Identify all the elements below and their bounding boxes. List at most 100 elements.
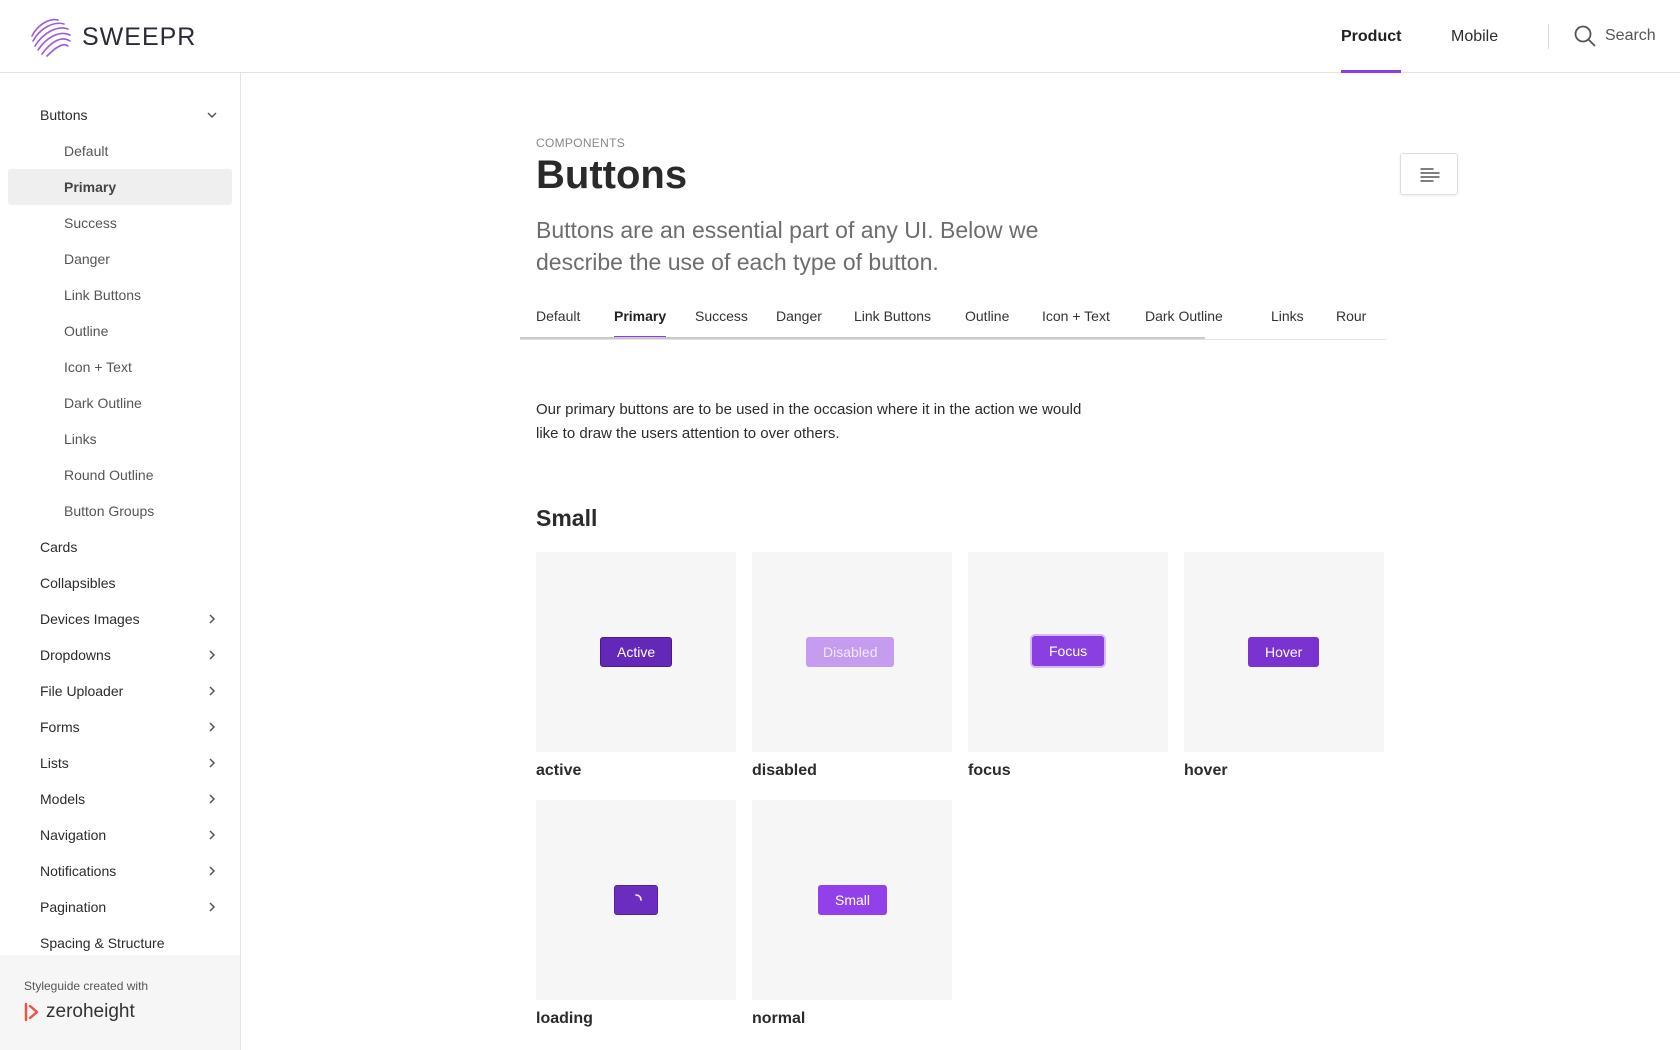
nav-divider	[1548, 24, 1549, 49]
sidebar-item-label: Links	[64, 431, 97, 447]
sidebar-item-success[interactable]: Success	[8, 205, 232, 241]
sidebar-item-label: Outline	[64, 323, 109, 339]
sidebar-item-forms[interactable]: Forms	[8, 709, 232, 745]
chevron-right-icon	[209, 866, 216, 876]
primary-button-active[interactable]: Active	[600, 637, 673, 667]
page-title: Buttons	[536, 153, 688, 197]
chevron-right-icon	[209, 830, 216, 840]
sidebar-item-label: Collapsibles	[40, 575, 116, 591]
sidebar-item-navigation[interactable]: Navigation	[8, 817, 232, 853]
sidebar-item-label: Danger	[64, 251, 110, 267]
sidebar-item-outline[interactable]: Outline	[8, 313, 232, 349]
chevron-right-icon	[209, 614, 216, 624]
sidebar-item-label: Dropdowns	[40, 647, 111, 663]
sidebar-item-round-outline[interactable]: Round Outline	[8, 457, 232, 493]
tabs-scrollbar[interactable]	[520, 337, 1205, 339]
primary-button-normal[interactable]: Small	[818, 885, 888, 915]
sidebar-item-link-buttons[interactable]: Link Buttons	[8, 277, 232, 313]
zeroheight-link[interactable]: zeroheight	[24, 1001, 135, 1023]
section-description: Our primary buttons are to be used in th…	[536, 401, 1082, 442]
sidebar-item-dark-outline[interactable]: Dark Outline	[8, 385, 232, 421]
sidebar-item-devices-images[interactable]: Devices Images	[8, 601, 232, 637]
sidebar-item-label: Success	[64, 215, 117, 231]
state-label-loading: loading	[536, 1010, 593, 1027]
brand-logo[interactable]: SWEEPR	[28, 14, 196, 60]
sidebar-footer: Styleguide created with zeroheight	[0, 955, 240, 1050]
sidebar-item-dropdowns[interactable]: Dropdowns	[8, 637, 232, 673]
sidebar-item-buttons[interactable]: Buttons	[8, 97, 232, 133]
sidebar-item-label: File Uploader	[40, 683, 124, 699]
top-header: SWEEPR Product Mobile Search	[0, 0, 1680, 73]
nav-mobile[interactable]: Mobile	[1451, 0, 1498, 73]
sidebar-item-pagination[interactable]: Pagination	[8, 889, 232, 925]
chevron-right-icon	[209, 650, 216, 660]
sidebar-item-collapsibles[interactable]: Collapsibles	[8, 565, 232, 601]
tab-outline[interactable]: Outline	[965, 308, 1009, 339]
tab-default[interactable]: Default	[536, 308, 580, 339]
page-eyebrow: COMPONENTS	[536, 136, 626, 150]
search-button[interactable]: Search	[1573, 24, 1656, 48]
sidebar-item-label: Link Buttons	[64, 287, 142, 303]
state-preview-loading	[536, 800, 736, 1000]
tab-success[interactable]: Success	[695, 308, 748, 339]
spinner-icon	[635, 894, 642, 901]
sidebar-item-notifications[interactable]: Notifications	[8, 853, 232, 889]
sidebar-item-default[interactable]: Default	[8, 133, 232, 169]
chevron-down-icon	[207, 112, 217, 119]
sidebar-item-cards[interactable]: Cards	[8, 529, 232, 565]
primary-button-loading[interactable]	[614, 885, 658, 915]
sidebar-item-label: Primary	[64, 179, 117, 195]
state-preview-normal: Small	[752, 800, 952, 1000]
sidebar-item-file-uploader[interactable]: File Uploader	[8, 673, 232, 709]
chevron-right-icon	[209, 722, 216, 732]
chevron-right-icon	[209, 902, 216, 912]
sidebar-item-lists[interactable]: Lists	[8, 745, 232, 781]
tab-links[interactable]: Links	[1271, 308, 1304, 339]
footer-caption: Styleguide created with	[24, 979, 149, 993]
chevron-right-icon	[209, 794, 216, 804]
sidebar-item-label: Forms	[40, 719, 80, 735]
state-preview-active: Active	[536, 552, 736, 752]
state-label-normal: normal	[752, 1010, 806, 1027]
sidebar-item-label: Round Outline	[64, 467, 154, 483]
sidebar-item-label: Cards	[40, 539, 78, 555]
main-content: COMPONENTS Buttons Buttons are an essent…	[241, 73, 1680, 1050]
tab-dark-outline[interactable]: Dark Outline	[1145, 308, 1223, 339]
sidebar-item-label: Buttons	[40, 107, 88, 123]
sidebar-item-label: Button Groups	[64, 503, 155, 519]
state-label-disabled: disabled	[752, 762, 817, 779]
tab-link-buttons[interactable]: Link Buttons	[854, 308, 931, 339]
section-heading-small: Small	[536, 505, 598, 531]
zeroheight-name: zeroheight	[46, 1001, 135, 1022]
primary-button-hover[interactable]: Hover	[1248, 637, 1320, 667]
tab-round-outline[interactable]: Rour	[1336, 308, 1366, 339]
sidebar-item-primary[interactable]: Primary	[8, 169, 232, 205]
sidebar-item-danger[interactable]: Danger	[8, 241, 232, 277]
tab-primary[interactable]: Primary	[614, 308, 667, 339]
page-lead: Buttons are an essential part of any UI.…	[536, 217, 1039, 275]
nav-product[interactable]: Product	[1341, 0, 1402, 73]
tab-icon-text[interactable]: Icon + Text	[1042, 308, 1110, 339]
sidebar-item-icon-text[interactable]: Icon + Text	[8, 349, 232, 385]
primary-button-disabled: Disabled	[806, 637, 895, 667]
table-of-contents-button[interactable]	[1400, 153, 1458, 195]
sidebar-item-button-groups[interactable]: Button Groups	[8, 493, 232, 529]
tab-danger[interactable]: Danger	[776, 308, 822, 339]
state-preview-hover: Hover	[1184, 552, 1384, 752]
sidebar-item-label: Dark Outline	[64, 395, 142, 411]
state-label-hover: hover	[1184, 762, 1228, 779]
sidebar-item-label: Navigation	[40, 827, 107, 843]
sweepr-logo-icon	[31, 18, 71, 57]
zeroheight-logo-icon	[24, 1002, 39, 1022]
primary-button-focus[interactable]: Focus	[1032, 636, 1105, 666]
sidebar: Buttons Default Primary Success Danger L…	[0, 73, 241, 1050]
sidebar-item-label: Default	[64, 143, 109, 159]
sidebar-item-label: Pagination	[40, 899, 107, 915]
sidebar-item-label: Icon + Text	[64, 359, 132, 375]
sidebar-item-links[interactable]: Links	[8, 421, 232, 457]
state-preview-disabled: Disabled	[752, 552, 952, 752]
search-label: Search	[1605, 27, 1656, 44]
brand-name: SWEEPR	[82, 22, 197, 51]
sidebar-item-models[interactable]: Models	[8, 781, 232, 817]
search-icon	[1574, 25, 1596, 47]
